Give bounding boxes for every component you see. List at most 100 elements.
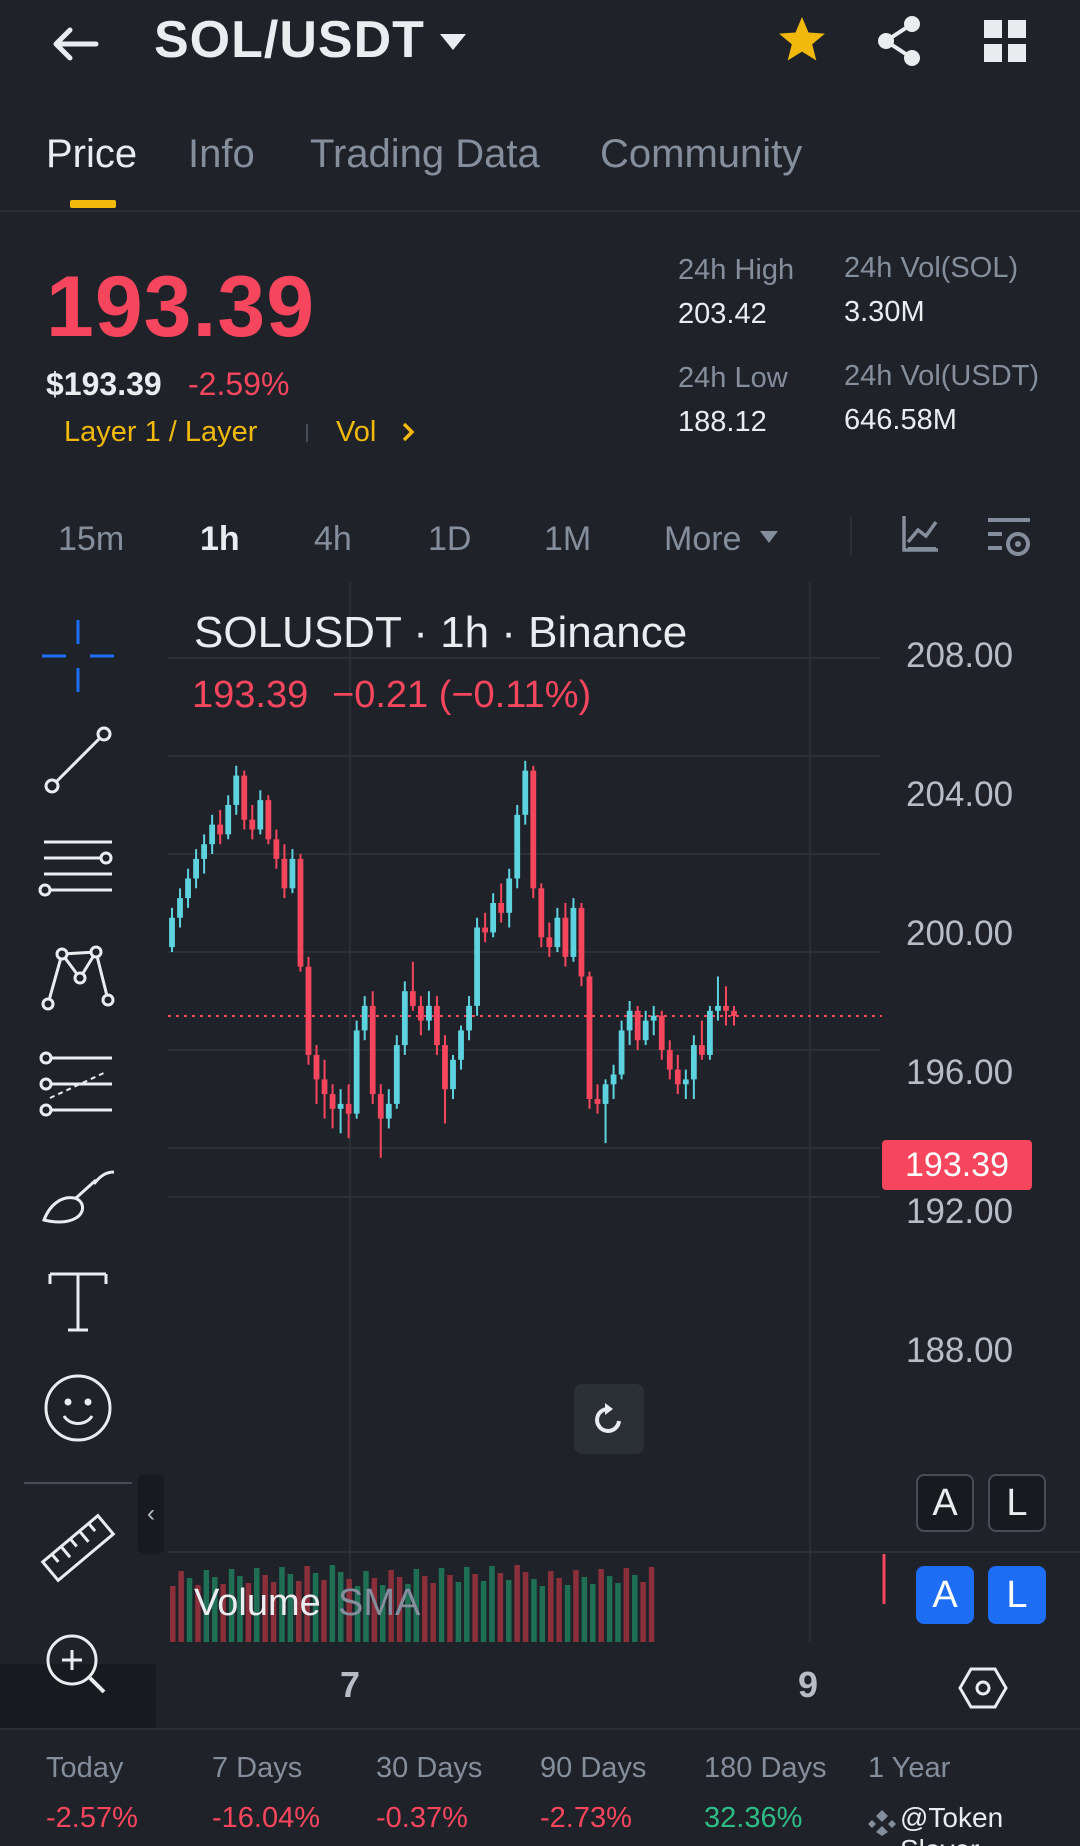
tab-trading-data[interactable]: Trading Data [310,132,540,177]
tab-community[interactable]: Community [600,132,802,177]
divider [850,516,852,556]
candle-body [185,878,191,899]
caret-down-icon[interactable] [758,528,780,546]
candle-body [265,800,272,840]
candle-body [273,839,280,859]
perf-value: -0.37% [376,1802,468,1834]
y-tick: 196.00 [906,1053,1014,1092]
back-arrow-icon[interactable] [46,14,106,74]
candle-body [281,858,288,889]
auto-scale-button[interactable]: A [916,1474,974,1532]
candle-body [490,903,497,933]
x-tick: 7 [340,1664,361,1705]
volume-bar [422,1576,428,1642]
candle-body [626,1010,633,1031]
volume-bar [506,1580,512,1642]
perf-label: 90 Days [540,1752,647,1784]
candle-body [634,1010,641,1041]
candle-body [530,770,537,889]
tab-price[interactable]: Price [46,132,137,177]
grid-icon[interactable] [982,18,1028,64]
volume-bar [531,1579,537,1642]
volume-bar [623,1568,630,1642]
volume-bar [556,1578,562,1642]
volume-bar [497,1573,504,1642]
candle-body [353,1030,360,1114]
candle-body [249,819,256,830]
candle-body [690,1045,697,1080]
volume-bar [480,1581,487,1642]
tag-separator [306,424,308,442]
candle-body [393,1045,400,1104]
hexagon-settings-icon[interactable] [958,1666,1008,1710]
watermark: @Token Slayer [900,1802,1004,1846]
candle-body [578,907,585,977]
star-icon[interactable] [776,14,828,66]
interval-1d[interactable]: 1D [428,520,471,559]
candle-body [321,1079,328,1095]
interval-1m[interactable]: 1M [544,520,591,559]
vol-base-value: 3.30M [844,296,925,328]
volume-bar [581,1577,588,1642]
candle-body [345,1103,352,1114]
volume-bar [640,1582,646,1642]
vol-quote-value: 646.58M [844,404,957,436]
log-scale-button[interactable]: L [988,1474,1046,1532]
share-icon[interactable] [874,14,924,68]
candle-body [538,888,545,938]
volume-sma-label: SMA [338,1582,421,1624]
candle-body [642,1020,649,1041]
candle-body [289,858,296,889]
candle-body [417,1005,424,1021]
candle-body [297,858,304,967]
candle-body [313,1054,320,1080]
interval-15m[interactable]: 15m [58,520,124,559]
volume-bar [648,1567,655,1642]
volume-bar [178,1571,184,1642]
volume-bar [564,1585,571,1642]
divider [0,210,1080,212]
tab-info[interactable]: Info [188,132,255,177]
candle-body [482,927,489,933]
candle-body [401,991,408,1046]
perf-label: 30 Days [376,1752,483,1784]
interval-1h[interactable]: 1h [200,520,240,559]
candle-body [602,1084,609,1104]
candle-body [257,800,264,830]
chart-title: SOLUSDT · 1h · Binance [194,608,688,657]
vol-tag[interactable]: Vol [336,416,376,449]
auto-scale-volume-button[interactable]: A [916,1566,974,1624]
candle-body [570,907,577,957]
perf-value: -16.04% [212,1802,321,1834]
low-value: 188.12 [678,406,767,438]
indicator-chart-icon[interactable] [900,514,940,554]
reset-chart-button[interactable] [574,1384,644,1454]
pair-title[interactable]: SOL/USDT [154,10,425,70]
chart-settings-icon[interactable] [986,514,1032,560]
y-tick: 208.00 [906,636,1014,675]
volume-bar [615,1583,621,1642]
low-label: 24h Low [678,362,788,394]
candle-body [731,1010,737,1016]
candle-body [594,1099,601,1104]
category-tag[interactable]: Layer 1 / Layer [64,416,257,449]
volume-bar [573,1570,579,1642]
volume-bar [447,1575,453,1642]
candle-body [514,814,521,879]
y-tick: 188.00 [906,1331,1014,1370]
volume-bar [438,1568,445,1642]
candle-body [369,1005,376,1095]
vol-quote-label: 24h Vol(USDT) [844,360,1040,392]
perf-value: -2.73% [540,1802,632,1834]
caret-down-icon[interactable] [438,30,468,54]
chevron-right-icon[interactable] [398,420,418,444]
candle-body [217,824,224,835]
interval-more[interactable]: More [664,520,741,559]
active-tab-indicator [70,200,116,208]
log-scale-volume-button[interactable]: L [988,1566,1046,1624]
candle-body [385,1103,392,1119]
candle-body [554,917,561,948]
interval-4h[interactable]: 4h [314,520,352,559]
volume-bar [186,1578,193,1642]
candle-body [498,903,505,913]
